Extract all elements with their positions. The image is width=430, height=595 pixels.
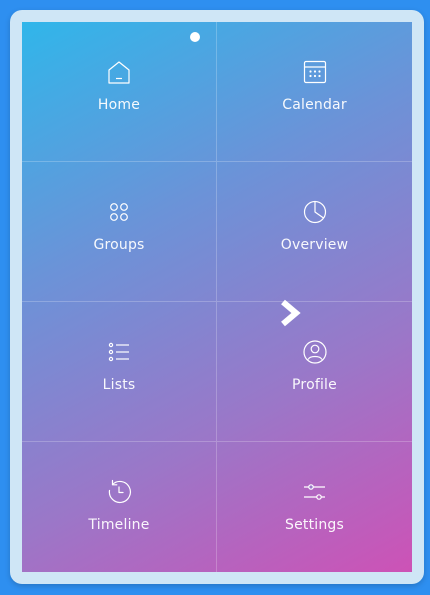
menu-item-settings[interactable]: Settings — [217, 442, 412, 572]
chevron-right-icon — [279, 299, 303, 327]
menu-item-groups[interactable]: Groups — [22, 162, 217, 302]
pie-chart-icon — [301, 198, 329, 226]
menu-item-label: Settings — [284, 517, 345, 533]
menu-item-calendar[interactable]: Calendar — [217, 22, 412, 162]
device-frame: Home Calendar Groups Overview Lists Prof… — [10, 10, 424, 584]
menu-item-label: Home — [97, 97, 141, 113]
menu-item-profile[interactable]: Profile — [217, 302, 412, 442]
history-icon — [105, 478, 133, 506]
calendar-icon — [301, 58, 329, 86]
menu-item-timeline[interactable]: Timeline — [22, 442, 217, 572]
menu-item-home[interactable]: Home — [22, 22, 217, 162]
indicator-dot — [190, 32, 200, 42]
groups-icon — [105, 198, 133, 226]
home-icon — [105, 58, 133, 86]
menu-item-label: Overview — [280, 237, 349, 253]
user-icon — [301, 338, 329, 366]
menu-screen: Home Calendar Groups Overview Lists Prof… — [22, 22, 412, 572]
menu-item-overview[interactable]: Overview — [217, 162, 412, 302]
list-icon — [105, 338, 133, 366]
sliders-icon — [301, 478, 329, 506]
menu-item-label: Profile — [292, 377, 337, 393]
menu-item-label: Groups — [93, 237, 145, 253]
menu-item-label: Calendar — [282, 97, 347, 113]
menu-item-label: Timeline — [88, 517, 150, 533]
menu-item-label: Lists — [102, 377, 136, 393]
menu-item-lists[interactable]: Lists — [22, 302, 217, 442]
menu-grid: Home Calendar Groups Overview Lists Prof… — [22, 22, 412, 572]
